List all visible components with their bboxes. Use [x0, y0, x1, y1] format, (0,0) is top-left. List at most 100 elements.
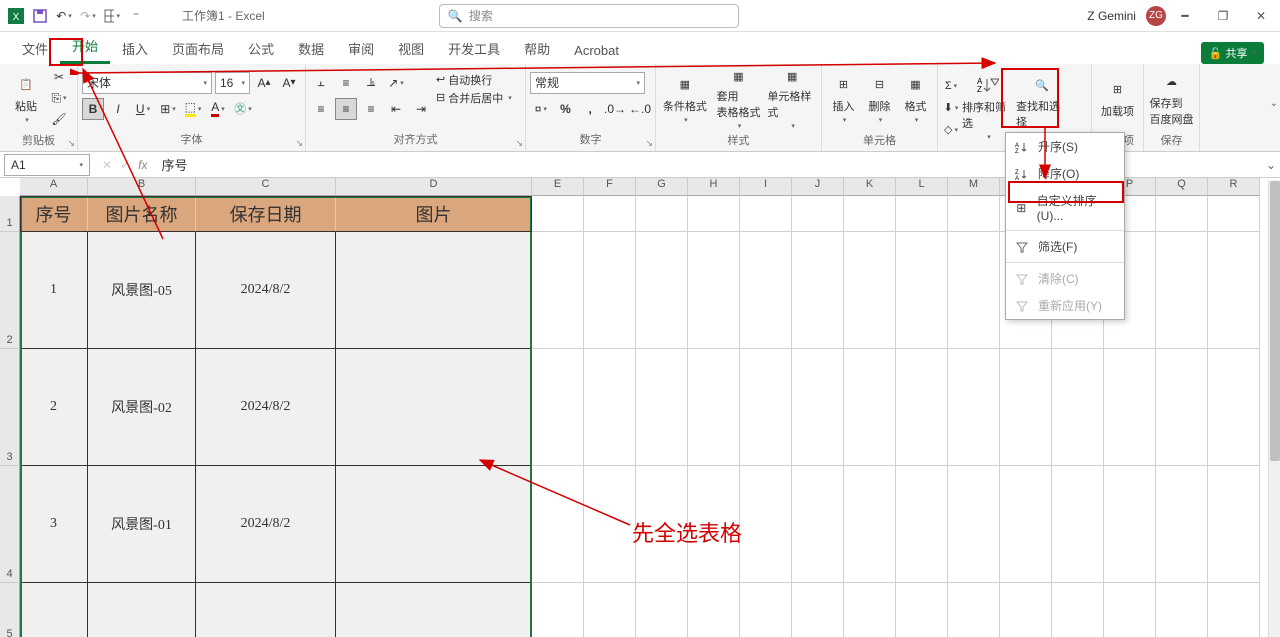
- col-header[interactable]: H: [688, 178, 740, 196]
- insert-cells-button[interactable]: ⊞插入▾: [826, 66, 861, 130]
- qat-grid-icon[interactable]: ▾: [104, 8, 120, 24]
- tab-file[interactable]: 文件: [10, 33, 60, 64]
- col-header[interactable]: I: [740, 178, 792, 196]
- cell[interactable]: [584, 349, 636, 466]
- fill-color-button[interactable]: ⬚▾: [182, 98, 204, 120]
- font-color-button[interactable]: A▾: [207, 98, 229, 120]
- cell[interactable]: [532, 349, 584, 466]
- cell[interactable]: [1156, 196, 1208, 232]
- decrease-decimal-icon[interactable]: ←.0: [629, 98, 651, 120]
- cell[interactable]: [948, 349, 1000, 466]
- cell[interactable]: 风景图-05: [88, 232, 196, 349]
- cell[interactable]: [896, 196, 948, 232]
- cell[interactable]: [948, 583, 1000, 637]
- cell[interactable]: [336, 466, 532, 583]
- cell[interactable]: 2024/8/2: [196, 466, 336, 583]
- cell[interactable]: [1208, 232, 1260, 349]
- format-table-button[interactable]: ▦套用 表格格式▾: [714, 66, 764, 130]
- number-dialog-icon[interactable]: ↘: [645, 138, 653, 149]
- number-format-select[interactable]: 常规▾: [530, 72, 645, 94]
- fill-icon[interactable]: ⬇▾: [942, 99, 960, 117]
- percent-icon[interactable]: %: [555, 98, 577, 120]
- phonetic-button[interactable]: ㉆▾: [232, 98, 254, 120]
- accept-formula-icon[interactable]: ✓: [120, 158, 130, 172]
- font-size-select[interactable]: 16▾: [215, 72, 250, 94]
- tab-data[interactable]: 数据: [286, 33, 336, 64]
- bold-button[interactable]: B: [82, 98, 104, 120]
- cell[interactable]: [1052, 349, 1104, 466]
- cut-icon[interactable]: ✂: [50, 68, 68, 86]
- cell[interactable]: [1052, 583, 1104, 637]
- wrap-text-button[interactable]: ↩自动换行: [436, 72, 512, 88]
- row-header[interactable]: 2: [0, 232, 20, 349]
- cell[interactable]: [1104, 349, 1156, 466]
- decrease-font-icon[interactable]: A▾: [278, 72, 300, 94]
- cell[interactable]: [688, 349, 740, 466]
- cell[interactable]: 图片名称: [88, 196, 196, 232]
- cell[interactable]: [1208, 466, 1260, 583]
- col-header[interactable]: E: [532, 178, 584, 196]
- cell[interactable]: [844, 466, 896, 583]
- clipboard-dialog-icon[interactable]: ↘: [67, 138, 75, 149]
- row-header[interactable]: 4: [0, 466, 20, 583]
- cell[interactable]: [532, 196, 584, 232]
- cancel-formula-icon[interactable]: ✕: [102, 158, 112, 172]
- italic-button[interactable]: I: [107, 98, 129, 120]
- user-name[interactable]: Z Gemini: [1087, 9, 1136, 23]
- cell[interactable]: 风景图-01: [88, 466, 196, 583]
- cell[interactable]: 1: [20, 232, 88, 349]
- tab-help[interactable]: 帮助: [512, 33, 562, 64]
- cell[interactable]: [1000, 583, 1052, 637]
- align-center-icon[interactable]: ≡: [335, 98, 357, 120]
- copy-icon[interactable]: ⎘▾: [50, 89, 68, 107]
- cell[interactable]: [1156, 349, 1208, 466]
- cell[interactable]: [792, 349, 844, 466]
- increase-font-icon[interactable]: A▴: [253, 72, 275, 94]
- cell[interactable]: [1156, 583, 1208, 637]
- sort-filter-button[interactable]: AZ排序和筛选▾: [962, 76, 1014, 140]
- cell[interactable]: [740, 466, 792, 583]
- save-icon[interactable]: [32, 8, 48, 24]
- cell[interactable]: [336, 583, 532, 637]
- col-header[interactable]: G: [636, 178, 688, 196]
- cell[interactable]: [896, 583, 948, 637]
- col-header[interactable]: R: [1208, 178, 1260, 196]
- cell[interactable]: [740, 196, 792, 232]
- align-bottom-icon[interactable]: ⫡: [360, 72, 382, 94]
- cell[interactable]: [844, 349, 896, 466]
- tab-insert[interactable]: 插入: [110, 33, 160, 64]
- delete-cells-button[interactable]: ⊟删除▾: [862, 66, 897, 130]
- cell[interactable]: 图片: [336, 196, 532, 232]
- align-dialog-icon[interactable]: ↘: [515, 138, 523, 149]
- cell[interactable]: [688, 196, 740, 232]
- cell[interactable]: 2024/8/2: [196, 349, 336, 466]
- cell[interactable]: [584, 583, 636, 637]
- cell[interactable]: [1000, 349, 1052, 466]
- indent-icon[interactable]: ⇥: [410, 98, 432, 120]
- expand-formula-icon[interactable]: ⌄: [1262, 158, 1280, 172]
- cell[interactable]: [896, 349, 948, 466]
- cell[interactable]: [740, 232, 792, 349]
- cell[interactable]: [20, 583, 88, 637]
- conditional-format-button[interactable]: ▦条件格式▾: [660, 66, 710, 130]
- paste-button[interactable]: 📋 粘贴▾: [4, 66, 48, 130]
- menu-filter[interactable]: 筛选(F): [1006, 233, 1124, 260]
- cell[interactable]: 风景图-02: [88, 349, 196, 466]
- orientation-icon[interactable]: ↗▾: [385, 72, 407, 94]
- cell[interactable]: [532, 466, 584, 583]
- underline-button[interactable]: U▾: [132, 98, 154, 120]
- cell[interactable]: [1156, 232, 1208, 349]
- cell-styles-button[interactable]: ▦单元格样式▾: [767, 66, 817, 130]
- align-right-icon[interactable]: ≡: [360, 98, 382, 120]
- find-select-button[interactable]: 🔍查找和选择▾: [1016, 76, 1068, 140]
- vertical-scrollbar[interactable]: [1268, 180, 1280, 637]
- cell[interactable]: [688, 583, 740, 637]
- cell[interactable]: [1000, 466, 1052, 583]
- cell[interactable]: [844, 196, 896, 232]
- tab-dev[interactable]: 开发工具: [436, 33, 512, 64]
- cell[interactable]: [196, 583, 336, 637]
- cell[interactable]: [336, 232, 532, 349]
- align-middle-icon[interactable]: ≡: [335, 72, 357, 94]
- qat-customize-icon[interactable]: ⁼: [128, 8, 144, 24]
- cell[interactable]: [88, 583, 196, 637]
